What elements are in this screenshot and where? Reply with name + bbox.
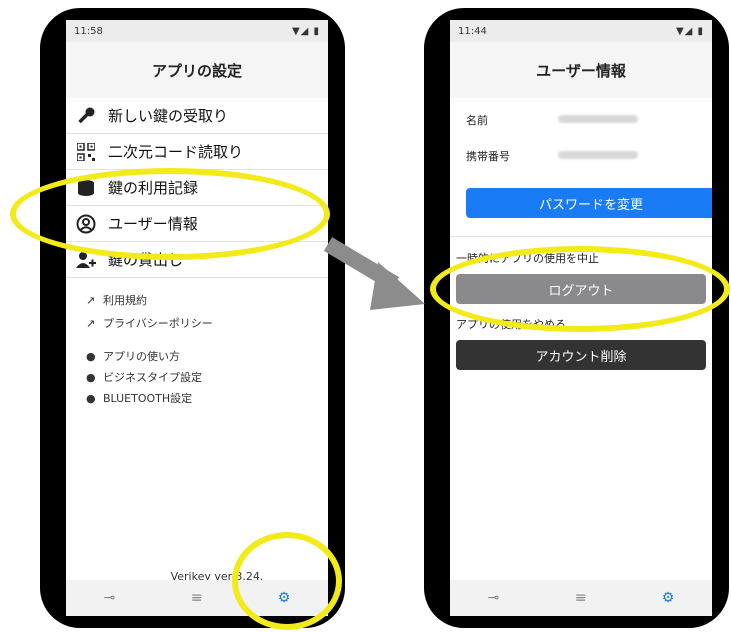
phone-label: 携帯番号 [466, 150, 510, 163]
bluetooth-label: BLUETOOTH設定 [103, 392, 193, 405]
business-type-label: ビジネスタイプ設定 [103, 371, 202, 384]
page-title: アプリの設定 [66, 42, 328, 98]
status-icons: ▼◢ ▮ [675, 25, 704, 37]
left-screen: 11:58 ▼◢ ▮ アプリの設定 新しい鍵の受取り 二次元コード読取り 鍵の利… [66, 20, 328, 616]
bottom-nav: ⊸ ≡ ⚙ [450, 580, 712, 616]
business-type-link[interactable]: ● ビジネスタイプ設定 [86, 369, 202, 385]
list-tab-icon[interactable]: ≡ [191, 590, 203, 606]
terms-link[interactable]: ↗ 利用規約 [86, 292, 147, 308]
divider [450, 236, 712, 237]
play-circle-icon: ● [86, 391, 96, 405]
highlight-gear-tab [232, 532, 342, 630]
list-tab-icon[interactable]: ≡ [575, 590, 587, 606]
bluetooth-link[interactable]: ● BLUETOOTH設定 [86, 390, 192, 406]
key-icon [76, 106, 96, 126]
play-circle-icon: ● [86, 349, 96, 363]
terms-label: 利用規約 [103, 294, 147, 307]
privacy-label: プライバシーポリシー [103, 317, 213, 330]
page-title: ユーザー情報 [450, 42, 712, 98]
play-circle-icon: ● [86, 370, 96, 384]
name-label: 名前 [466, 114, 488, 127]
external-link-icon: ↗ [86, 293, 96, 307]
qr-code-icon [76, 142, 96, 162]
status-time: 11:44 [458, 25, 487, 37]
delete-account-button[interactable]: アカウント削除 [456, 340, 706, 370]
highlight-user-info [10, 168, 330, 260]
how-to-use-label: アプリの使い方 [103, 350, 180, 363]
privacy-link[interactable]: ↗ プライバシーポリシー [86, 315, 213, 331]
change-password-button[interactable]: パスワードを変更 [466, 188, 712, 218]
phone-value-redacted [558, 151, 638, 159]
external-link-icon: ↗ [86, 316, 96, 330]
key-tab-icon[interactable]: ⊸ [488, 590, 500, 606]
key-tab-icon[interactable]: ⊸ [104, 590, 116, 606]
arrow-icon [323, 237, 425, 310]
menu-qr-scan[interactable]: 二次元コード読取り [66, 134, 328, 170]
status-bar: 11:58 ▼◢ ▮ [66, 20, 328, 42]
highlight-logout [430, 246, 730, 332]
menu-new-key[interactable]: 新しい鍵の受取り [66, 98, 328, 134]
how-to-use-link[interactable]: ● アプリの使い方 [86, 348, 180, 364]
name-value-redacted [558, 115, 638, 123]
status-icons: ▼◢ ▮ [291, 25, 320, 37]
menu-label: 二次元コード読取り [108, 143, 244, 161]
status-time: 11:58 [74, 25, 103, 37]
menu-label: 新しい鍵の受取り [108, 107, 229, 125]
gear-tab-icon[interactable]: ⚙ [662, 590, 675, 606]
status-bar: 11:44 ▼◢ ▮ [450, 20, 712, 42]
